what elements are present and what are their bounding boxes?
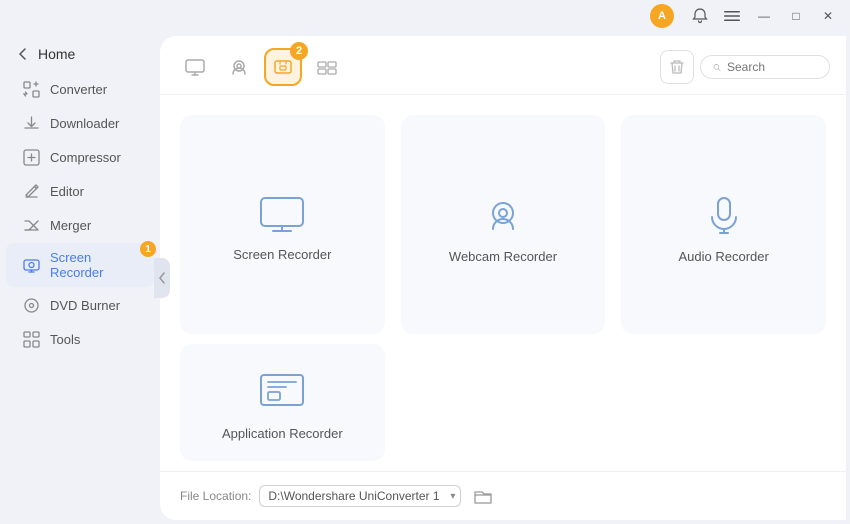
compressor-icon [22, 148, 40, 166]
audio-recorder-card-label: Audio Recorder [679, 249, 769, 264]
maximize-button[interactable]: □ [782, 5, 810, 27]
screen-recorder-badge: 1 [140, 241, 156, 257]
screen-recorder-label: Screen Recorder [50, 250, 138, 280]
search-box [700, 55, 830, 79]
sidebar-item-dvd-burner[interactable]: DVD Burner [6, 289, 154, 321]
user-avatar[interactable]: A [650, 4, 674, 28]
application-recorder-card-icon [260, 374, 304, 412]
sidebar-item-converter[interactable]: Converter [6, 73, 154, 105]
tab-app-recorder[interactable]: 2 [264, 48, 302, 86]
application-recorder-card[interactable]: Application Recorder [180, 344, 385, 461]
file-location-bar: File Location: D:\Wondershare UniConvert… [160, 471, 846, 520]
editor-label: Editor [50, 184, 84, 199]
home-label: Home [38, 46, 75, 62]
sidebar: Home Converter Downloader Compressor [0, 32, 160, 524]
recorder-cards-bottom: Application Recorder [160, 344, 846, 471]
titlebar: A — □ ✕ [0, 0, 850, 32]
editor-icon [22, 182, 40, 200]
sidebar-item-merger[interactable]: Merger [6, 209, 154, 241]
screen-recorder-card-label: Screen Recorder [233, 247, 331, 262]
tab-more[interactable] [308, 48, 346, 86]
webcam-recorder-card-icon [483, 195, 523, 235]
downloader-label: Downloader [50, 116, 119, 131]
dvd-burner-label: DVD Burner [50, 298, 120, 313]
screen-recorder-icon [22, 256, 40, 274]
search-icon [713, 61, 721, 74]
tools-label: Tools [50, 332, 80, 347]
sidebar-item-downloader[interactable]: Downloader [6, 107, 154, 139]
delete-button[interactable] [660, 50, 694, 84]
recorder-cards-top: Screen Recorder Webcam Recorder Audio Re… [160, 95, 846, 344]
close-button[interactable]: ✕ [814, 5, 842, 27]
file-location-label: File Location: [180, 489, 251, 503]
tab-screen[interactable] [176, 48, 214, 86]
sidebar-item-screen-recorder[interactable]: Screen Recorder 1 [6, 243, 154, 287]
open-folder-button[interactable] [469, 482, 497, 510]
converter-icon [22, 80, 40, 98]
search-input[interactable] [727, 60, 817, 74]
menu-icon[interactable] [718, 5, 746, 27]
tab-app-recorder-badge: 2 [290, 42, 308, 60]
sidebar-item-tools[interactable]: Tools [6, 323, 154, 355]
back-arrow-icon [16, 47, 30, 61]
compressor-label: Compressor [50, 150, 121, 165]
bell-icon[interactable] [686, 5, 714, 27]
file-location-select[interactable]: D:\Wondershare UniConverter 1 [259, 485, 461, 507]
webcam-recorder-card-label: Webcam Recorder [449, 249, 557, 264]
audio-recorder-card-icon [704, 195, 744, 235]
converter-label: Converter [50, 82, 107, 97]
audio-recorder-card[interactable]: Audio Recorder [621, 115, 826, 334]
sidebar-item-compressor[interactable]: Compressor [6, 141, 154, 173]
sidebar-item-editor[interactable]: Editor [6, 175, 154, 207]
file-location-select-wrap: D:\Wondershare UniConverter 1 [259, 485, 461, 507]
webcam-recorder-card[interactable]: Webcam Recorder [401, 115, 606, 334]
tab-webcam[interactable] [220, 48, 258, 86]
sidebar-collapse-button[interactable] [154, 258, 170, 298]
app-body: Home Converter Downloader Compressor [0, 32, 850, 524]
dvd-burner-icon [22, 296, 40, 314]
screen-recorder-card[interactable]: Screen Recorder [180, 115, 385, 334]
screen-recorder-card-icon [260, 197, 304, 233]
sidebar-home[interactable]: Home [0, 40, 160, 72]
minimize-button[interactable]: — [750, 5, 778, 27]
main-content: 2 Screen Recorder [160, 36, 846, 520]
merger-icon [22, 216, 40, 234]
tools-icon [22, 330, 40, 348]
application-recorder-card-label: Application Recorder [222, 426, 343, 441]
toolbar: 2 [160, 36, 846, 95]
downloader-icon [22, 114, 40, 132]
merger-label: Merger [50, 218, 91, 233]
